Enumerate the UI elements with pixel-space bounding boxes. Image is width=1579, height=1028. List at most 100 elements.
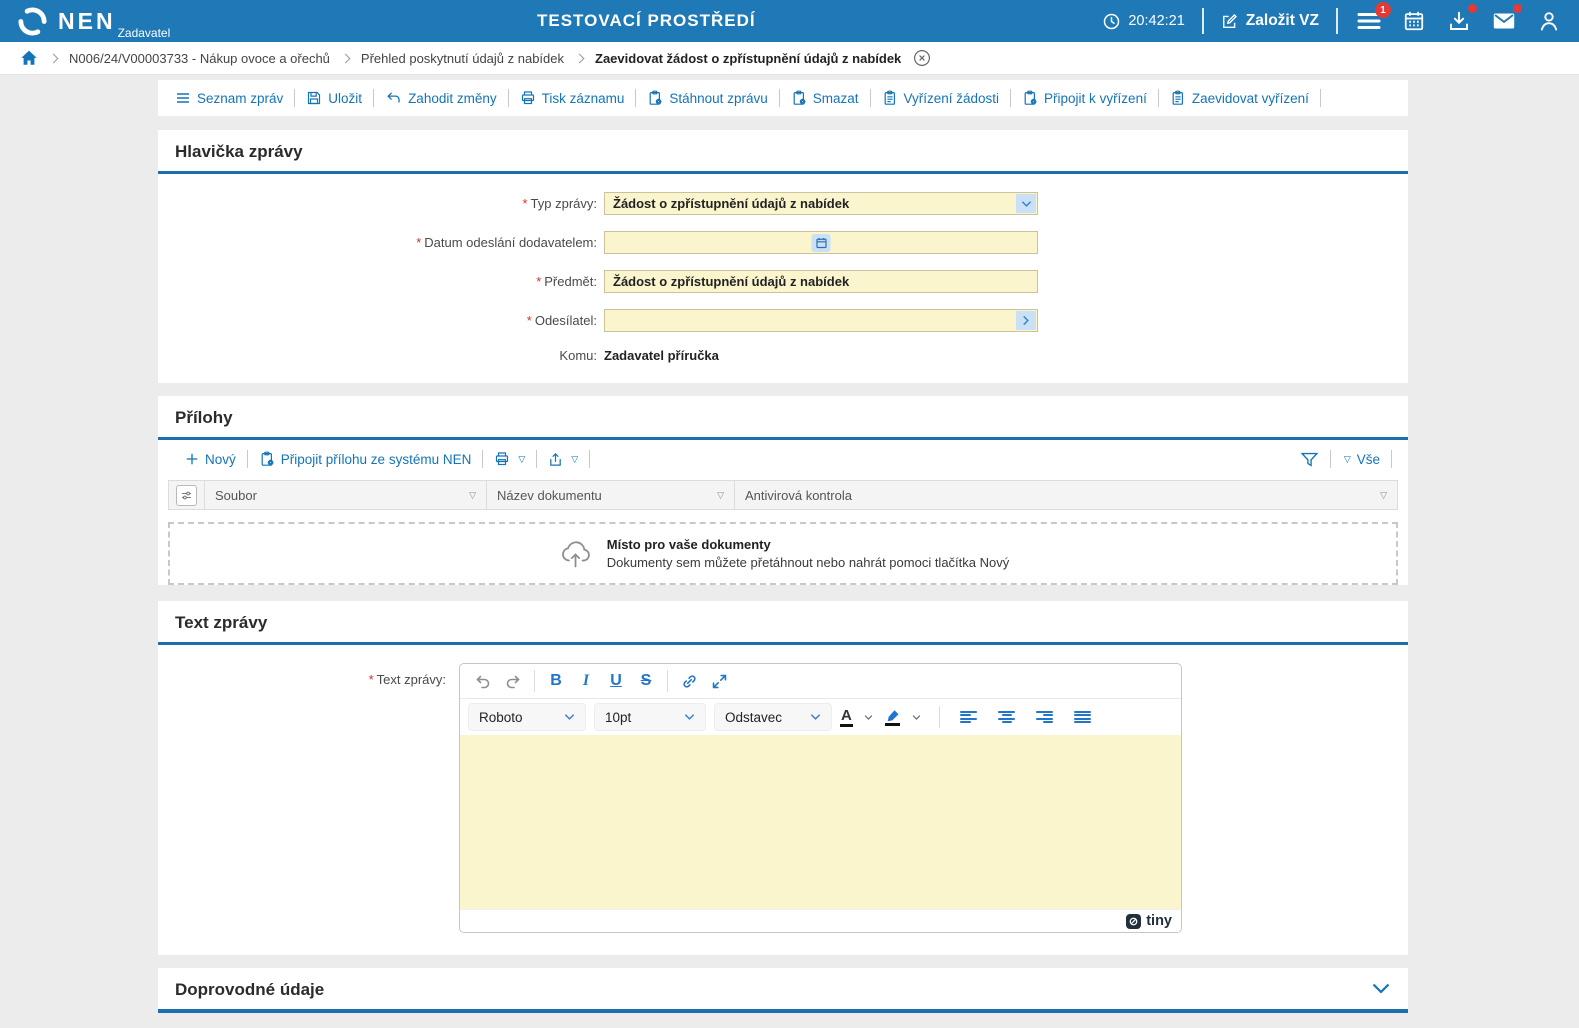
delete-button[interactable]: Smazat: [780, 90, 870, 106]
mail-icon: [1493, 13, 1515, 29]
print-record-button[interactable]: Tisk záznamu: [509, 90, 636, 106]
request-resolution-button[interactable]: Vyřízení žádosti: [871, 90, 1011, 106]
column-header-soubor[interactable]: Soubor ▽: [205, 481, 487, 509]
profile-button[interactable]: [1535, 7, 1563, 35]
discard-changes-button[interactable]: Zahodit změny: [374, 90, 508, 106]
text-color-dropdown[interactable]: [861, 703, 877, 731]
font-size-select[interactable]: 10pt: [594, 703, 706, 731]
menu-button[interactable]: 1: [1355, 2, 1391, 35]
message-text-body: * Text zprávy: B I U S Roboto 10pt Odsta…: [158, 645, 1408, 955]
attachments-toolbar-left: Nový Připojit přílohu ze systému NEN ▽ ▽: [174, 450, 591, 468]
attach-from-nen-button[interactable]: Připojit přílohu ze systému NEN: [248, 451, 483, 467]
home-button[interactable]: [20, 49, 38, 67]
align-right-button[interactable]: [1030, 703, 1060, 731]
editor-content[interactable]: [460, 735, 1181, 909]
calendar-button[interactable]: [1400, 7, 1428, 35]
view-filter-label: Vše: [1356, 451, 1380, 467]
additional-data-section: Doprovodné údaje: [158, 968, 1408, 1013]
toolbar-label: Tisk záznamu: [541, 90, 625, 106]
breadcrumb-separator-icon: [340, 53, 351, 63]
bold-icon: B: [550, 672, 562, 689]
send-date-input[interactable]: [604, 231, 1038, 254]
fullscreen-button[interactable]: [704, 667, 734, 695]
highlight-color-button[interactable]: [885, 709, 901, 726]
section-header: Text zprávy: [158, 601, 1408, 645]
underline-icon: U: [610, 672, 622, 689]
message-list-button[interactable]: Seznam zpráv: [164, 90, 294, 106]
download-message-button[interactable]: Stáhnout zprávu: [636, 90, 778, 106]
sender-input[interactable]: [604, 309, 1038, 332]
chevron-down-icon: [810, 714, 821, 720]
toolbar-label: Seznam zpráv: [197, 90, 284, 106]
view-filter-dropdown[interactable]: ▽ Vše: [1331, 452, 1391, 467]
select-dropdown-button[interactable]: [1016, 194, 1036, 213]
save-button[interactable]: Uložit: [295, 90, 373, 106]
subject-input[interactable]: Žádost o zpřístupnění údajů z nabídek: [604, 270, 1038, 293]
downloads-button[interactable]: [1445, 4, 1477, 35]
highlight-icon: [887, 709, 899, 721]
strikethrough-button[interactable]: S: [631, 667, 661, 695]
column-header-antivir[interactable]: Antivirová kontrola ▽: [735, 481, 1397, 509]
align-center-button[interactable]: [992, 703, 1022, 731]
field-label-text: Předmět:: [544, 274, 597, 289]
close-tab-button[interactable]: [913, 49, 931, 67]
export-attachments-button[interactable]: ▽: [537, 452, 589, 467]
field-label-text: Datum odeslání dodavatelem:: [424, 235, 597, 250]
required-marker: *: [368, 672, 374, 687]
sender-picker-button[interactable]: [1016, 311, 1036, 330]
home-icon: [21, 50, 37, 65]
section-header: Přílohy: [158, 396, 1408, 440]
bold-button[interactable]: B: [541, 667, 571, 695]
message-text-section: Text zprávy * Text zprávy: B I U S Robot…: [158, 601, 1408, 955]
underline-button[interactable]: U: [601, 667, 631, 695]
align-justify-button[interactable]: [1068, 703, 1098, 731]
editor-status-bar: tiny: [460, 909, 1181, 932]
messages-button[interactable]: [1490, 4, 1522, 35]
menu-icon: [177, 93, 189, 103]
column-filter-icon[interactable]: ▽: [1380, 490, 1387, 501]
expand-section-button[interactable]: [1371, 982, 1391, 999]
menu-badge: 1: [1375, 2, 1391, 18]
dropdown-caret-icon: ▽: [571, 453, 579, 464]
font-family-select[interactable]: Roboto: [468, 703, 586, 731]
create-vz-button[interactable]: Založit VZ: [1221, 12, 1319, 30]
nen-logo[interactable]: NEN Zadavatel: [16, 5, 170, 40]
column-filter-icon[interactable]: ▽: [469, 490, 476, 501]
column-filter-icon[interactable]: ▽: [717, 490, 724, 501]
new-attachment-button[interactable]: Nový: [174, 452, 247, 467]
highlight-color-dropdown[interactable]: [909, 703, 925, 731]
tinymce-logo-icon: [1126, 913, 1142, 929]
time-text: 20:42:21: [1128, 13, 1185, 29]
table-settings-cell: [169, 481, 205, 509]
clipboard-icon: [884, 90, 895, 105]
text-color-button[interactable]: A: [840, 707, 853, 728]
breadcrumb-item[interactable]: N006/24/V00003733 - Nákup ovoce a ořechů: [69, 51, 330, 66]
messages-notification-dot: [1513, 4, 1522, 13]
message-type-select[interactable]: Žádost o zpřístupnění údajů z nabídek: [604, 192, 1038, 215]
divider: [1336, 8, 1338, 34]
column-settings-button[interactable]: [176, 484, 197, 506]
dropzone-title: Místo pro vaše dokumenty: [606, 537, 771, 552]
toolbar-label: Připojit přílohu ze systému NEN: [280, 451, 472, 467]
tinymce-brand[interactable]: tiny: [1126, 913, 1172, 929]
column-header-nazev[interactable]: Název dokumentu ▽: [487, 481, 735, 509]
block-format-select[interactable]: Odstavec: [714, 703, 832, 731]
dropdown-caret-icon: ▽: [518, 453, 526, 464]
insert-link-button[interactable]: [674, 667, 704, 695]
redo-button[interactable]: [498, 667, 528, 695]
form-row: * Typ zprávy: Žádost o zpřístupnění údajů…: [158, 192, 1408, 215]
undo-button[interactable]: [468, 667, 498, 695]
settings-columns-icon: [182, 491, 191, 499]
message-header-section: Hlavička zprávy * Typ zprávy: Žádost o zp…: [158, 130, 1408, 383]
attach-to-resolution-button[interactable]: Připojit k vyřízení: [1011, 90, 1158, 106]
top-header: NEN Zadavatel TESTOVACÍ PROSTŘEDÍ 20:42:…: [0, 0, 1579, 42]
italic-button[interactable]: I: [571, 667, 601, 695]
breadcrumb-item[interactable]: Přehled poskytnutí údajů z nabídek: [361, 51, 564, 66]
align-left-button[interactable]: [954, 703, 984, 731]
filter-button[interactable]: [1289, 451, 1330, 468]
datepicker-button[interactable]: [811, 234, 831, 252]
field-label-text: Typ zprávy:: [530, 196, 597, 211]
file-dropzone[interactable]: Místo pro vaše dokumenty Dokumenty sem m…: [168, 522, 1398, 585]
register-resolution-button[interactable]: Zaevidovat vyřízení: [1159, 90, 1320, 106]
print-attachments-button[interactable]: ▽: [483, 451, 536, 467]
